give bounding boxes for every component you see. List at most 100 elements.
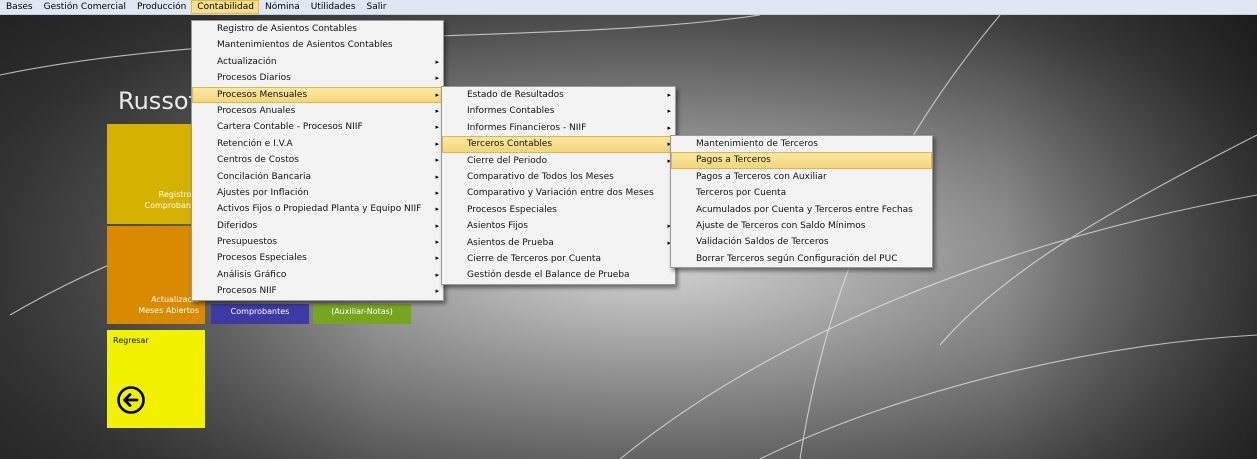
chevron-right-icon: ▸: [435, 156, 439, 165]
menubar-item-bases[interactable]: Bases: [0, 0, 38, 14]
chevron-right-icon: ▸: [435, 205, 439, 214]
chevron-right-icon: ▸: [435, 270, 439, 279]
menu-item-label: Terceros Contables: [467, 139, 553, 150]
menu-mensuales-item-comparativo-y-variacion-entre-dos-meses[interactable]: Comparativo y Variación entre dos Meses: [442, 185, 675, 201]
chevron-right-icon: ▸: [435, 188, 439, 197]
tile-comprobantes-label: Comprobantes: [230, 307, 290, 316]
menu-terceros-item-mantenimiento-de-terceros[interactable]: Mantenimiento de Terceros: [671, 136, 932, 152]
menu-item-label: Centros de Costos: [217, 155, 299, 166]
menu-item-label: Pagos a Terceros con Auxiliar: [696, 171, 827, 182]
menu-mensuales-item-cierre-del-periodo[interactable]: Cierre del Periodo▸: [442, 153, 675, 169]
menu-item-label: Mantenimiento de Terceros: [696, 139, 818, 149]
menu-item-label: Cierre del Periodo: [467, 155, 547, 166]
chevron-right-icon: ▸: [435, 254, 439, 263]
submenu-terceros-contables: Mantenimiento de Terceros Pagos a Tercero…: [670, 135, 933, 269]
menu-item-label: Asientos de Prueba: [467, 237, 554, 248]
menu-terceros-item-validacion-saldos-de-terceros[interactable]: Validación Saldos de Terceros: [671, 234, 932, 250]
tile-auxiliar-label: (Auxiliar-Notas): [331, 307, 393, 316]
menu-terceros-item-terceros-por-cuenta[interactable]: Terceros por Cuenta: [671, 185, 932, 201]
menu-contabilidad-item-procesos-anuales[interactable]: Procesos Anuales ▸: [192, 103, 443, 119]
menubar-item-utilidades[interactable]: Utilidades: [305, 0, 361, 14]
chevron-right-icon: ▸: [435, 221, 439, 230]
tile-auxiliar-notas[interactable]: (Auxiliar-Notas): [313, 304, 411, 324]
menu-item-label: Procesos Mensuales: [217, 89, 308, 100]
menu-contabilidad-item-ajustes-por-inflacion[interactable]: Ajustes por Inflación ▸: [192, 185, 443, 201]
menu-mensuales-item-informes-financieros-niif[interactable]: Informes Financieros - NIIF ▸: [442, 120, 675, 136]
menu-item-label: Actualización: [217, 56, 277, 67]
menu-contabilidad-item-centros-de-costos[interactable]: Centros de Costos ▸: [192, 152, 443, 168]
menu-contabilidad-item-registro-de-asientos-contables[interactable]: Registro de Asientos Contables: [192, 21, 443, 37]
chevron-right-icon: ▸: [667, 91, 671, 99]
chevron-right-icon: ▸: [435, 57, 439, 66]
tile-regresar[interactable]: Regresar: [107, 330, 205, 428]
menu-contabilidad-item-presupuestos[interactable]: Presupuestos ▸: [192, 234, 443, 250]
menu-item-label: Concilación Bancaria: [217, 171, 312, 182]
tile-comprobantes[interactable]: Comprobantes: [211, 304, 309, 324]
menu-item-label: Informes Contables: [467, 106, 555, 117]
menubar-item-gestion-comercial[interactable]: Gestión Comercial: [38, 0, 131, 14]
chevron-right-icon: ▸: [435, 74, 439, 83]
menu-item-label: Asientos Fijos: [467, 221, 528, 232]
menu-mensuales-item-asientos-fijos[interactable]: Asientos Fijos▸: [442, 218, 675, 234]
menu-contabilidad-item-activos-fijos-o-propiedad-planta-y-equipo-niif[interactable]: Activos Fijos o Propiedad Planta y Equip…: [192, 201, 443, 217]
menu-mensuales-item-gestion-desde-el-balance-de-prueba[interactable]: Gestión desde el Balance de Prueba: [442, 267, 675, 283]
menu-terceros-item-acumulados-por-cuenta-y-terceros-entre-fechas[interactable]: Acumulados por Cuenta y Terceros entre F…: [671, 202, 932, 218]
menu-mensuales-item-estado-de-resultados[interactable]: Estado de Resultados ▸: [442, 87, 675, 103]
chevron-right-icon: ▸: [435, 287, 439, 296]
menu-contabilidad-item-concilacion-bancaria[interactable]: Concilación Bancaria ▸: [192, 169, 443, 185]
menu-item-label: Procesos Anuales: [217, 105, 296, 116]
submenu-procesos-mensuales: Estado de Resultados ▸ Informes Contables ▸…: [441, 86, 676, 285]
menu-item-label: Acumulados por Cuenta y Terceros entre F…: [696, 204, 913, 215]
chevron-right-icon: ▸: [435, 139, 439, 148]
menu-contabilidad-item-diferidos[interactable]: Diferidos ▸: [192, 218, 443, 234]
menu-contabilidad-item-procesos-mensuales[interactable]: Procesos Mensuales ▸: [192, 86, 443, 103]
menu-item-label: Retención e I.V.A: [217, 138, 293, 149]
menu-item-label: Cartera Contable - Procesos NIIF: [217, 122, 363, 133]
menu-contabilidad-item-procesos-diarios[interactable]: Procesos Diarios ▸: [192, 70, 443, 86]
menu-contabilidad-item-procesos-especiales[interactable]: Procesos Especiales ▸: [192, 250, 443, 266]
menu-item-label: Ajustes por Inflación: [217, 187, 309, 198]
menu-item-label: Procesos NIIF: [217, 286, 277, 297]
chevron-right-icon: ▸: [435, 106, 439, 115]
menubar-item-nomina[interactable]: Nómina: [259, 0, 305, 14]
menu-item-label: Mantenimientos de Asientos Contables: [217, 40, 393, 51]
menu-item-label: Cierre de Terceros por Cuenta: [467, 253, 601, 264]
menu-contabilidad-item-analisis-grafico[interactable]: Análisis Gráfico ▸: [192, 267, 443, 283]
menu-item-label: Estado de Resultados: [467, 90, 564, 100]
menu-item-label: Comparativo de Todos los Meses: [467, 171, 614, 182]
menubar-item-contabilidad[interactable]: Contabilidad: [191, 0, 259, 14]
menu-bar: Bases Gestión Comercial Producción Contabil…: [0, 0, 1257, 15]
menu-contabilidad-item-cartera-contable-procesos-niif[interactable]: Cartera Contable - Procesos NIIF ▸: [192, 119, 443, 135]
menu-mensuales-item-terceros-contables[interactable]: Terceros Contables▸: [442, 136, 675, 153]
menubar-item-produccion[interactable]: Producción: [131, 0, 191, 14]
menu-mensuales-item-procesos-especiales[interactable]: Procesos Especiales: [442, 202, 675, 218]
menu-contabilidad-item-actualizacion[interactable]: Actualización ▸: [192, 54, 443, 70]
back-arrow-icon: [117, 386, 145, 414]
menu-item-label: Gestión desde el Balance de Prueba: [467, 270, 630, 281]
menu-mensuales-item-cierre-de-terceros-por-cuenta[interactable]: Cierre de Terceros por Cuenta: [442, 251, 675, 267]
menu-mensuales-item-comparativo-de-todos-los-meses[interactable]: Comparativo de Todos los Meses: [442, 169, 675, 185]
menu-terceros-item-pagos-a-terceros-con-auxiliar[interactable]: Pagos a Terceros con Auxiliar: [671, 169, 932, 185]
menu-item-label: Terceros por Cuenta: [696, 188, 787, 199]
menu-item-label: Informes Financieros - NIIF: [467, 122, 587, 133]
menu-contabilidad-item-procesos-niif[interactable]: Procesos NIIF ▸: [192, 283, 443, 299]
menu-item-label: Borrar Terceros según Configuración del …: [696, 253, 898, 264]
chevron-right-icon: ▸: [435, 90, 439, 99]
menu-terceros-item-pagos-a-terceros[interactable]: Pagos a Terceros: [671, 152, 932, 169]
menu-contabilidad-item-retencion-e-i-v-a[interactable]: Retención e I.V.A ▸: [192, 136, 443, 152]
menu-item-label: Registro de Asientos Contables: [217, 24, 357, 34]
chevron-right-icon: ▸: [667, 107, 671, 116]
menu-item-label: Procesos Especiales: [217, 253, 307, 264]
menu-mensuales-item-informes-contables[interactable]: Informes Contables ▸: [442, 103, 675, 119]
menu-contabilidad-item-mantenimientos-de-asientos-contables[interactable]: Mantenimientos de Asientos Contables: [192, 37, 443, 53]
menu-terceros-item-borrar-terceros-segun-configuracion-del-puc[interactable]: Borrar Terceros según Configuración del …: [671, 251, 932, 267]
tile-actualizacion-line2: Meses Abiertos: [138, 306, 199, 315]
menu-mensuales-item-asientos-de-prueba[interactable]: Asientos de Prueba▸: [442, 235, 675, 251]
menu-terceros-item-ajuste-de-terceros-con-saldo-minimos[interactable]: Ajuste de Terceros con Saldo Mínimos: [671, 218, 932, 234]
tile-regresar-label: Regresar: [113, 336, 149, 345]
menubar-item-salir[interactable]: Salir: [361, 0, 392, 14]
menu-item-label: Diferidos: [217, 220, 258, 231]
menu-item-label: Procesos Diarios: [217, 73, 291, 84]
menu-item-label: Procesos Especiales: [467, 204, 557, 215]
menu-item-label: Pagos a Terceros: [696, 155, 771, 166]
